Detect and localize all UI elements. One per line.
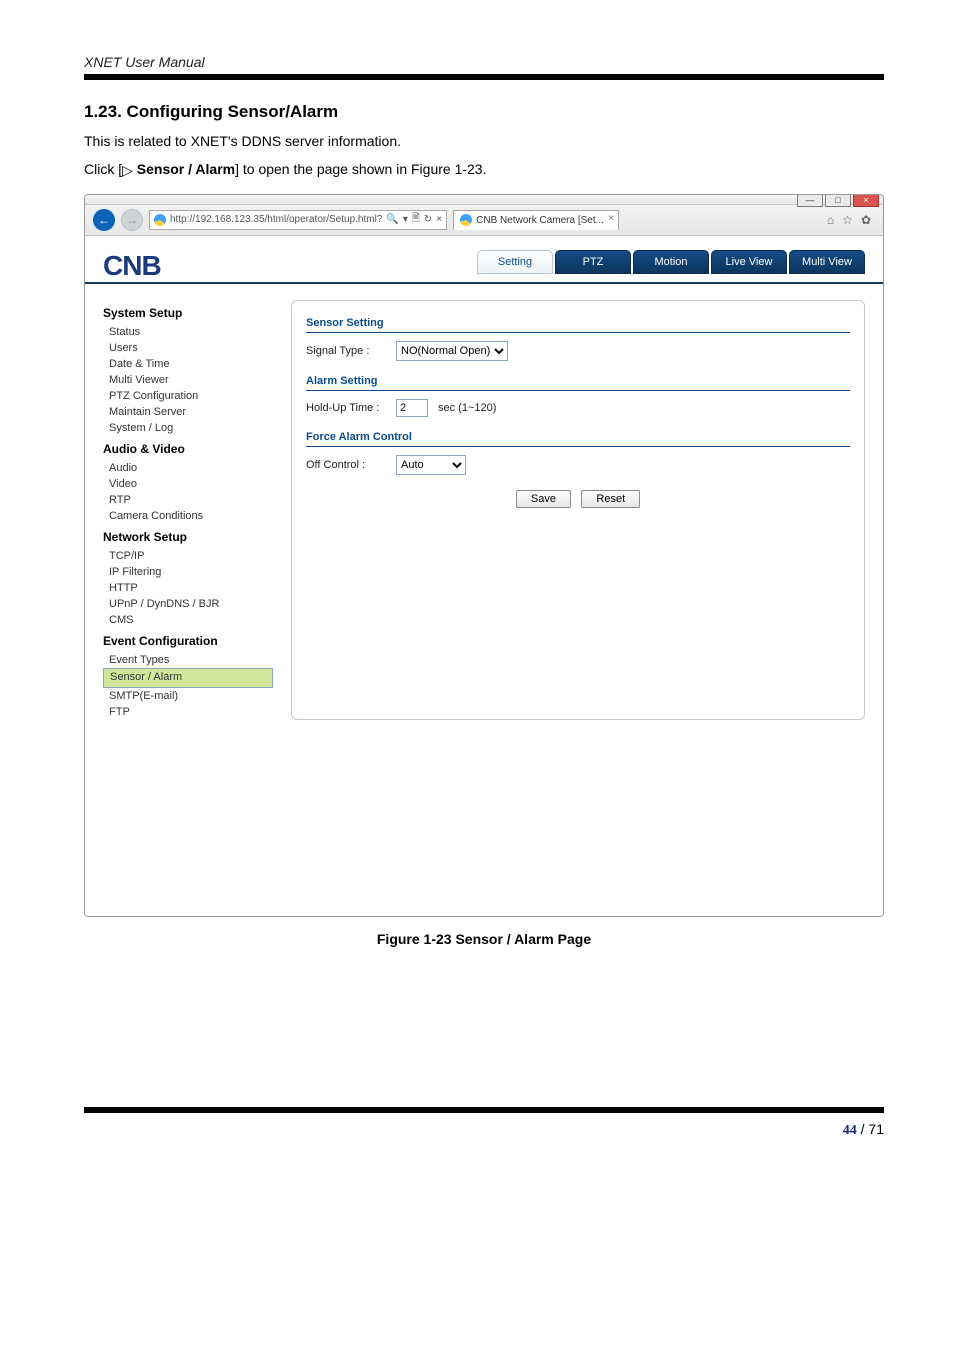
page-body: CNB Setting PTZ Motion Live View Multi V… — [85, 236, 883, 916]
arrow-left-icon: ← — [98, 213, 110, 227]
off-control-label: Off Control : — [306, 459, 386, 471]
sidebar-item-http[interactable]: HTTP — [103, 580, 273, 596]
minimize-button[interactable]: — — [797, 194, 823, 207]
url-text: http://192.168.123.35/html/operator/Setu… — [170, 214, 382, 225]
tab-title: CNB Network Camera [Set... — [476, 215, 604, 226]
refresh-icon[interactable]: ↻ — [424, 214, 432, 225]
sidebar-item-smtp[interactable]: SMTP(E-mail) — [103, 688, 273, 704]
sidebar-item-users[interactable]: Users — [103, 340, 273, 356]
section-title: Configuring Sensor/Alarm — [127, 102, 339, 121]
ie-icon — [460, 214, 472, 226]
alarm-heading: Alarm Setting — [306, 375, 850, 391]
button-row: Save Reset — [306, 489, 850, 508]
tab-live-view[interactable]: Live View — [711, 250, 787, 274]
settings-panel: Sensor Setting Signal Type : NO(Normal O… — [291, 300, 865, 720]
sidebar-item-upnp[interactable]: UPnP / DynDNS / BJR — [103, 596, 273, 612]
sensor-heading: Sensor Setting — [306, 317, 850, 333]
page-sep: / — [857, 1121, 869, 1137]
sidebar-group-av: Audio & Video — [103, 442, 273, 456]
page-number: 44 / 71 — [84, 1121, 884, 1139]
click-instruction: Click [▷ Sensor / Alarm] to open the pag… — [84, 158, 884, 182]
figure-caption: Figure 1-23 Sensor / Alarm Page — [84, 931, 884, 947]
home-icon[interactable]: ⌂ — [827, 213, 834, 227]
triangle-icon: ▷ — [122, 159, 133, 183]
click-target: Sensor / Alarm — [133, 161, 235, 177]
hold-up-row: Hold-Up Time : sec (1~120) — [306, 399, 850, 417]
sidebar-group-system: System Setup — [103, 306, 273, 320]
save-button[interactable]: Save — [516, 490, 571, 508]
dropdown-icon: ▾ — [403, 214, 408, 225]
signal-type-select[interactable]: NO(Normal Open) — [396, 341, 508, 361]
sidebar-item-sensoralarm[interactable]: Sensor / Alarm — [103, 668, 273, 688]
nav-tabs: Setting PTZ Motion Live View Multi View — [477, 244, 865, 274]
footer-rule — [84, 1107, 884, 1113]
tab-multi-view[interactable]: Multi View — [789, 250, 865, 274]
doc-header: XNET User Manual — [84, 54, 884, 70]
hold-up-hint: sec (1~120) — [438, 402, 496, 414]
section-heading: 1.23. Configuring Sensor/Alarm — [84, 102, 884, 122]
window-titlebar: — □ × — [85, 195, 883, 205]
browser-window: — □ × ← → http://192.168.123.35/html/ope… — [84, 194, 884, 917]
address-bar[interactable]: http://192.168.123.35/html/operator/Setu… — [149, 210, 447, 230]
signal-type-label: Signal Type : — [306, 345, 386, 357]
sidebar-group-network: Network Setup — [103, 530, 273, 544]
force-alarm-heading: Force Alarm Control — [306, 431, 850, 447]
sidebar-item-ftp[interactable]: FTP — [103, 704, 273, 720]
sidebar-item-cameracond[interactable]: Camera Conditions — [103, 508, 273, 524]
browser-tab[interactable]: CNB Network Camera [Set... — [453, 210, 619, 230]
tab-setting[interactable]: Setting — [477, 250, 553, 274]
signal-type-row: Signal Type : NO(Normal Open) — [306, 341, 850, 361]
page-current: 44 — [843, 1123, 857, 1138]
maximize-button[interactable]: □ — [825, 194, 851, 207]
search-icon: 🔍 — [386, 214, 398, 225]
off-control-select[interactable]: Auto — [396, 455, 466, 475]
forward-button[interactable]: → — [121, 209, 143, 231]
click-post: ] to open the page shown in Figure 1-23. — [235, 161, 486, 177]
arrow-right-icon: → — [126, 213, 138, 227]
sidebar-item-video[interactable]: Video — [103, 476, 273, 492]
sidebar-item-audio[interactable]: Audio — [103, 460, 273, 476]
compat-icon: 🗎 — [412, 211, 420, 228]
brand-logo: CNB — [103, 250, 283, 282]
click-pre: Click [ — [84, 161, 122, 177]
tab-ptz[interactable]: PTZ — [555, 250, 631, 274]
hold-up-label: Hold-Up Time : — [306, 402, 386, 414]
intro-text: This is related to XNET's DDNS server in… — [84, 130, 884, 154]
sidebar-item-systemlog[interactable]: System / Log — [103, 420, 273, 436]
page-total: 71 — [868, 1121, 884, 1137]
sidebar-item-status[interactable]: Status — [103, 324, 273, 340]
sidebar-item-datetime[interactable]: Date & Time — [103, 356, 273, 372]
hold-up-input[interactable] — [396, 399, 428, 417]
sidebar-group-event: Event Configuration — [103, 634, 273, 648]
reset-button[interactable]: Reset — [581, 490, 640, 508]
section-number: 1.23. — [84, 102, 122, 121]
tab-motion[interactable]: Motion — [633, 250, 709, 274]
sidebar-item-ptzconfig[interactable]: PTZ Configuration — [103, 388, 273, 404]
sidebar-item-maintain[interactable]: Maintain Server — [103, 404, 273, 420]
sidebar: System Setup Status Users Date & Time Mu… — [103, 300, 273, 720]
sidebar-item-cms[interactable]: CMS — [103, 612, 273, 628]
close-button[interactable]: × — [853, 194, 879, 207]
stop-icon[interactable]: × — [436, 214, 442, 225]
back-button[interactable]: ← — [93, 209, 115, 231]
sidebar-item-eventtypes[interactable]: Event Types — [103, 652, 273, 668]
gear-icon[interactable]: ✿ — [861, 213, 871, 227]
tabs-underline — [85, 282, 883, 284]
header-rule — [84, 74, 884, 80]
star-icon[interactable]: ☆ — [842, 213, 853, 227]
sidebar-item-rtp[interactable]: RTP — [103, 492, 273, 508]
sidebar-item-multiviewer[interactable]: Multi Viewer — [103, 372, 273, 388]
toolbar-icons: ⌂ ☆ ✿ — [827, 213, 875, 227]
sidebar-item-ipfilter[interactable]: IP Filtering — [103, 564, 273, 580]
sidebar-item-tcpip[interactable]: TCP/IP — [103, 548, 273, 564]
ie-icon — [154, 214, 166, 226]
off-control-row: Off Control : Auto — [306, 455, 850, 475]
address-bar-row: ← → http://192.168.123.35/html/operator/… — [85, 205, 883, 236]
